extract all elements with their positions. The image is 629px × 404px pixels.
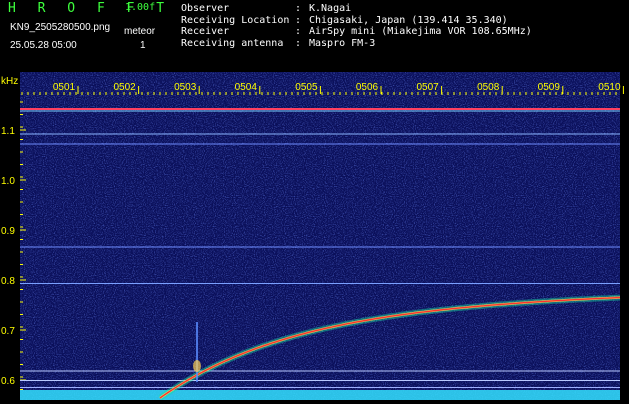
info-row-location: Receiving Location: Chigasaki, Japan (139… <box>181 14 508 26</box>
time-label: 0508 <box>477 82 500 93</box>
freq-label: 1.0 <box>1 176 15 187</box>
freq-label: 0.8 <box>1 276 15 287</box>
info-row-antenna: Receiving antenna: Maspro FM-3 <box>181 37 376 49</box>
header-panel: H R O F F T 1.00f KN9_2505280500.png 25.… <box>0 0 629 72</box>
station-info: Observer: K.Nagai Receiving Location: Chig… <box>181 3 532 49</box>
noise-texture <box>20 72 620 400</box>
version-label: 1.00f <box>125 2 156 13</box>
freq-label: 1.1 <box>1 126 15 137</box>
noise-floor <box>20 390 620 400</box>
time-label: 0502 <box>113 82 136 93</box>
time-label: 0505 <box>295 82 318 93</box>
info-row-observer: Observer: K.Nagai <box>181 3 352 14</box>
time-label: 0506 <box>356 82 379 93</box>
freq-label: 0.7 <box>1 326 15 337</box>
spectrogram-panel: kHz 0501 0502 0503 0504 0505 0506 0507 0508 0509 0… <box>0 72 629 401</box>
meteor-count: 1 <box>140 40 146 51</box>
info-row-receiver: Receiver: AirSpy mini (Miakejima VOR 108.… <box>181 26 532 37</box>
meteor-echo-core <box>193 360 201 372</box>
meteor-label: meteor <box>124 26 156 37</box>
freq-label: 0.6 <box>1 376 15 387</box>
time-label: 0507 <box>416 82 439 93</box>
datetime-label: 25.05.28 05:00 <box>10 40 77 51</box>
time-label: 0503 <box>174 82 197 93</box>
time-label: 0509 <box>538 82 561 93</box>
time-label: 0501 <box>53 82 76 93</box>
freq-label: 0.9 <box>1 226 15 237</box>
time-label: 0510 <box>598 82 621 93</box>
spectrogram: kHz 0501 0502 0503 0504 0505 0506 0507 0508 0509 0… <box>1 72 624 401</box>
unit-label: kHz <box>1 76 18 87</box>
time-label: 0504 <box>235 82 258 93</box>
filename-label: KN9_2505280500.png <box>10 22 111 33</box>
